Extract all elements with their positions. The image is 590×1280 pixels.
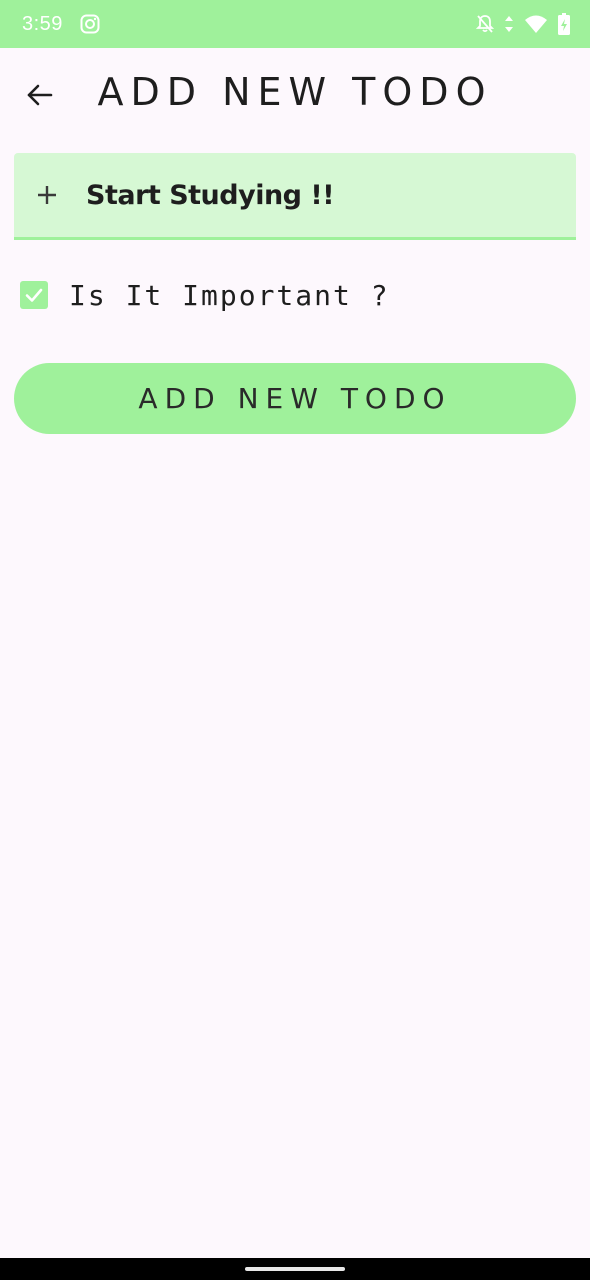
battery-icon	[558, 13, 570, 35]
important-row: Is It Important ?	[20, 272, 390, 318]
wifi-icon	[524, 14, 548, 34]
important-label: Is It Important ?	[69, 278, 390, 312]
plus-icon	[36, 184, 58, 206]
home-indicator[interactable]	[245, 1267, 345, 1271]
notifications-off-icon	[476, 14, 494, 34]
top-app-bar: ADD NEW TODO	[0, 48, 590, 140]
status-icons	[476, 13, 570, 35]
todo-input[interactable]	[86, 179, 506, 211]
navigation-bar	[0, 1258, 590, 1280]
add-todo-button[interactable]: ADD NEW TODO	[14, 363, 576, 434]
page-title: ADD NEW TODO	[97, 70, 493, 114]
instagram-icon	[80, 14, 100, 34]
data-arrows-icon	[504, 14, 514, 34]
important-checkbox[interactable]	[20, 281, 48, 309]
status-bar: 3:59	[0, 0, 590, 48]
todo-text-field[interactable]	[14, 153, 576, 240]
check-icon	[25, 288, 43, 302]
status-time: 3:59	[22, 12, 63, 35]
